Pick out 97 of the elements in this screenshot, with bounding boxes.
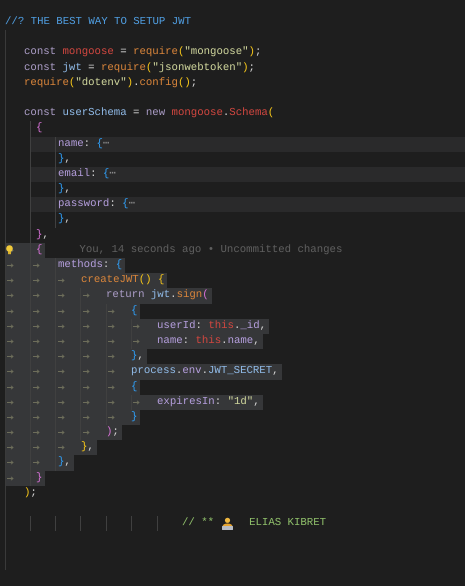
tab-arrow-icon <box>33 354 40 360</box>
tab-arrow-icon <box>33 460 40 466</box>
code-line: { <box>131 304 138 319</box>
comment-line: //? THE BEST WAY TO SETUP JWT <box>5 15 191 30</box>
tab-arrow-icon <box>108 354 115 360</box>
tab-arrow-icon <box>83 308 90 314</box>
tab-arrow-icon <box>108 338 115 344</box>
code-line: process.env.JWT_SECRET, <box>131 364 279 380</box>
tab-arrow-icon <box>108 384 115 390</box>
code-line: const mongoose = require("mongoose"); <box>24 45 262 60</box>
tab-arrow-icon <box>83 338 90 344</box>
code-line: ); <box>24 486 37 501</box>
tab-arrow-icon <box>33 445 40 450</box>
code-line: }, <box>58 152 71 167</box>
tab-arrow-icon <box>7 278 14 284</box>
code-line: require("dotenv").config(); <box>24 76 198 91</box>
tab-arrow-icon <box>83 400 90 405</box>
code-line: }, <box>81 440 94 456</box>
code-line: const userSchema = new mongoose.Schema( <box>24 106 274 122</box>
tab-arrow-icon <box>108 400 115 405</box>
tab-arrow-icon <box>33 278 40 284</box>
tab-arrow-icon <box>33 293 40 298</box>
tab-arrow-icon <box>58 324 65 329</box>
tab-arrow-icon <box>33 384 40 390</box>
tab-arrow-icon <box>58 384 65 390</box>
code-line: ); <box>106 425 119 440</box>
blame-annotation: You, 14 seconds ago • Uncommitted changes <box>79 242 342 258</box>
tab-arrow-icon <box>7 354 14 360</box>
code-line: const jwt = require("jsonwebtoken"); <box>24 60 255 76</box>
tab-arrow-icon <box>58 445 65 450</box>
tab-arrow-icon <box>133 338 140 344</box>
tab-arrow-icon <box>58 308 65 314</box>
tab-arrow-icon <box>108 308 115 314</box>
tab-arrow-icon <box>83 369 90 374</box>
tab-arrow-icon <box>58 369 65 374</box>
code-line: }, <box>36 228 49 243</box>
tab-arrow-icon <box>133 324 140 329</box>
tab-arrow-icon <box>33 430 40 436</box>
tab-arrow-icon <box>58 338 65 344</box>
code-line: { <box>131 380 138 394</box>
tab-arrow-icon <box>7 384 14 390</box>
code-line: }, <box>58 212 71 228</box>
tab-arrow-icon <box>33 338 40 344</box>
tab-arrow-icon <box>108 414 115 420</box>
tab-arrow-icon <box>7 369 14 374</box>
tab-arrow-icon <box>7 338 14 344</box>
code-line: userId: this._id, <box>157 318 266 334</box>
code-line: name: this.name, <box>157 334 260 349</box>
code-line: email: {⋯ <box>58 166 116 182</box>
code-line: password: {⋯ <box>58 197 135 212</box>
tab-arrow-icon <box>7 400 14 405</box>
code-line: }, <box>131 349 144 364</box>
tab-arrow-icon <box>58 278 65 284</box>
tab-arrow-icon <box>7 476 14 481</box>
tab-arrow-icon <box>7 324 14 329</box>
tab-arrow-icon <box>83 430 90 436</box>
tab-arrow-icon <box>58 414 65 420</box>
tab-arrow-icon <box>133 400 140 405</box>
lightbulb-icon[interactable] <box>6 244 13 255</box>
code-line: createJWT() { <box>81 273 164 288</box>
tab-arrow-icon <box>58 400 65 405</box>
tab-arrow-icon <box>58 430 65 436</box>
tab-arrow-icon <box>7 460 14 466</box>
code-line: name: {⋯ <box>58 136 110 152</box>
tab-arrow-icon <box>33 414 40 420</box>
person-icon <box>221 517 234 530</box>
tab-arrow-icon <box>83 384 90 390</box>
code-line: } <box>36 470 42 486</box>
tab-arrow-icon <box>33 324 40 329</box>
code-line: }, <box>58 182 71 198</box>
tab-arrow-icon <box>83 354 90 360</box>
code-line: { <box>36 121 42 136</box>
tab-arrow-icon <box>7 445 14 450</box>
code-line: } <box>131 410 138 425</box>
tab-arrow-icon <box>58 293 65 298</box>
code-line: expiresIn: "1d", <box>157 394 260 410</box>
tab-arrow-icon <box>33 369 40 374</box>
code-line: methods: { <box>58 258 122 273</box>
code-line: { <box>36 242 42 258</box>
code-line: }, <box>58 455 71 470</box>
tab-arrow-icon <box>108 369 115 374</box>
tab-arrow-icon <box>83 414 90 420</box>
tab-arrow-icon <box>7 414 14 420</box>
tab-arrow-icon <box>33 400 40 405</box>
tab-arrow-icon <box>33 263 40 268</box>
tab-arrow-icon <box>7 263 14 268</box>
comment-text: // ** <box>182 516 214 532</box>
tab-arrow-icon <box>58 354 65 360</box>
tab-arrow-icon <box>7 293 14 298</box>
code-line: return jwt.sign( <box>106 288 209 304</box>
tab-arrow-icon <box>7 430 14 436</box>
tab-arrow-icon <box>83 324 90 329</box>
tab-arrow-icon <box>33 308 40 314</box>
tab-arrow-icon <box>83 293 90 298</box>
tab-arrow-icon <box>108 324 115 329</box>
comment-text: ELIAS KIBRET <box>249 516 326 532</box>
tab-arrow-icon <box>7 308 14 314</box>
